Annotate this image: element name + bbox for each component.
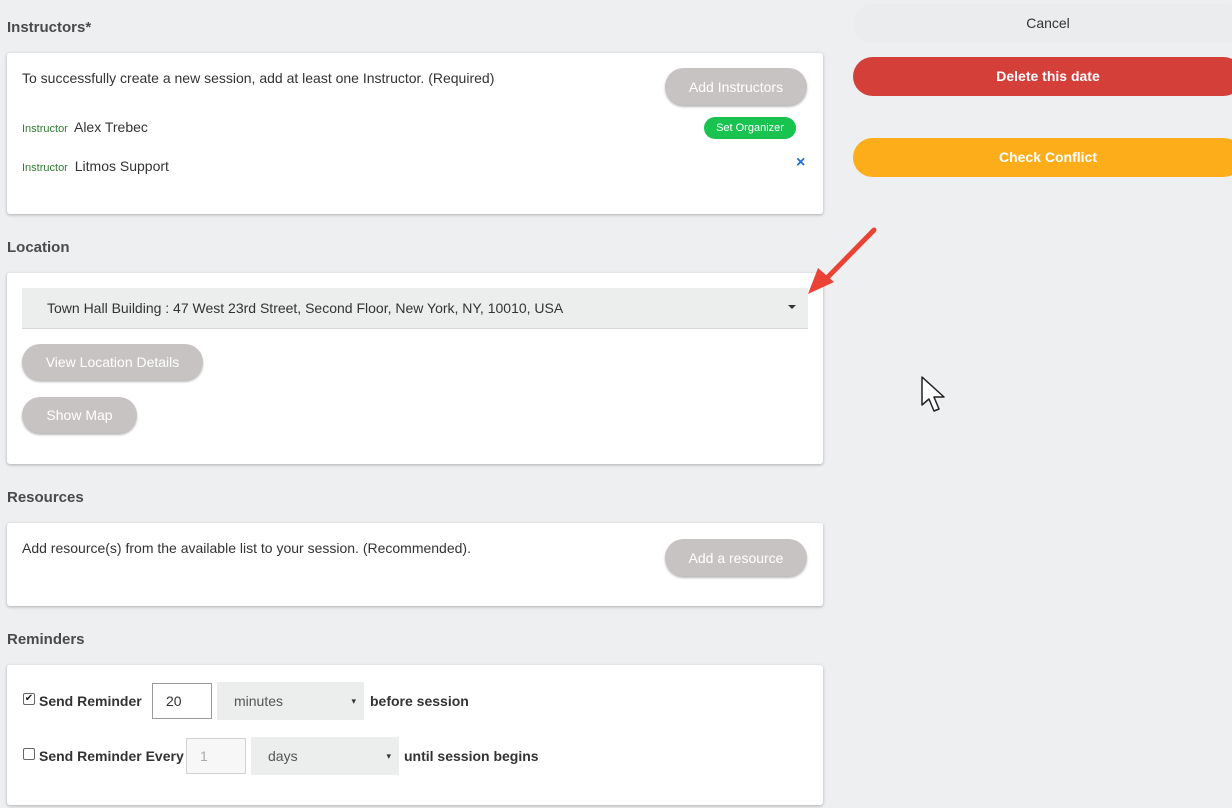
- reminder-unit-value: minutes: [234, 693, 284, 709]
- show-map-button[interactable]: Show Map: [22, 397, 137, 433]
- instructor-role-label: Instructor: [22, 123, 68, 135]
- instructor-row: Instructor Litmos Support: [22, 158, 169, 174]
- resources-card: Add resource(s) from the available list …: [7, 523, 823, 606]
- location-selected-value: Town Hall Building : 47 West 23rd Street…: [47, 300, 564, 316]
- remove-instructor-icon[interactable]: ×: [796, 154, 805, 172]
- reminder-every-unit-select[interactable]: days ▾: [251, 737, 399, 775]
- mouse-cursor-icon: [921, 376, 945, 412]
- reminder-unit-select[interactable]: minutes ▾: [217, 682, 364, 720]
- location-title: Location: [7, 239, 70, 256]
- instructor-name: Litmos Support: [74, 158, 169, 174]
- instructor-role-label: Instructor: [22, 162, 68, 174]
- location-select[interactable]: Town Hall Building : 47 West 23rd Street…: [22, 288, 808, 329]
- send-reminder-every-label: Send Reminder Every: [39, 748, 184, 764]
- check-conflict-button[interactable]: Check Conflict: [853, 138, 1232, 177]
- resources-title: Resources: [7, 489, 84, 506]
- reminder-suffix: before session: [370, 693, 469, 709]
- delete-date-button[interactable]: Delete this date: [853, 57, 1232, 96]
- instructor-row: Instructor Alex Trebec: [22, 119, 148, 135]
- reminders-card: ✔ Send Reminder 20 minutes ▾ before sess…: [7, 665, 823, 805]
- caret-down-icon: [788, 305, 796, 309]
- send-reminder-every-checkbox[interactable]: [23, 748, 35, 760]
- reminder-every-input[interactable]: 1: [186, 738, 246, 774]
- instructors-card: To successfully create a new session, ad…: [7, 53, 823, 214]
- instructors-help-text: To successfully create a new session, ad…: [22, 70, 495, 86]
- send-reminder-checkbox[interactable]: ✔: [23, 693, 35, 705]
- reminder-amount-input[interactable]: 20: [152, 683, 212, 719]
- reminder-every-unit-value: days: [268, 748, 298, 764]
- send-reminder-label: Send Reminder: [39, 693, 142, 709]
- view-location-details-button[interactable]: View Location Details: [22, 344, 203, 380]
- dropdown-arrow-icon: ▾: [386, 751, 391, 761]
- location-card: Town Hall Building : 47 West 23rd Street…: [7, 273, 823, 464]
- instructors-title: Instructors*: [7, 19, 92, 36]
- reminders-title: Reminders: [7, 631, 85, 648]
- add-instructors-button[interactable]: Add Instructors: [665, 68, 807, 105]
- reminder-every-suffix: until session begins: [404, 748, 539, 764]
- dropdown-arrow-icon: ▾: [351, 696, 356, 706]
- set-organizer-button[interactable]: Set Organizer: [704, 117, 796, 139]
- add-resource-button[interactable]: Add a resource: [665, 539, 807, 576]
- annotation-arrow-icon: [808, 227, 877, 294]
- cancel-button[interactable]: Cancel: [853, 4, 1232, 43]
- instructor-name: Alex Trebec: [73, 119, 148, 135]
- resources-help-text: Add resource(s) from the available list …: [22, 540, 471, 556]
